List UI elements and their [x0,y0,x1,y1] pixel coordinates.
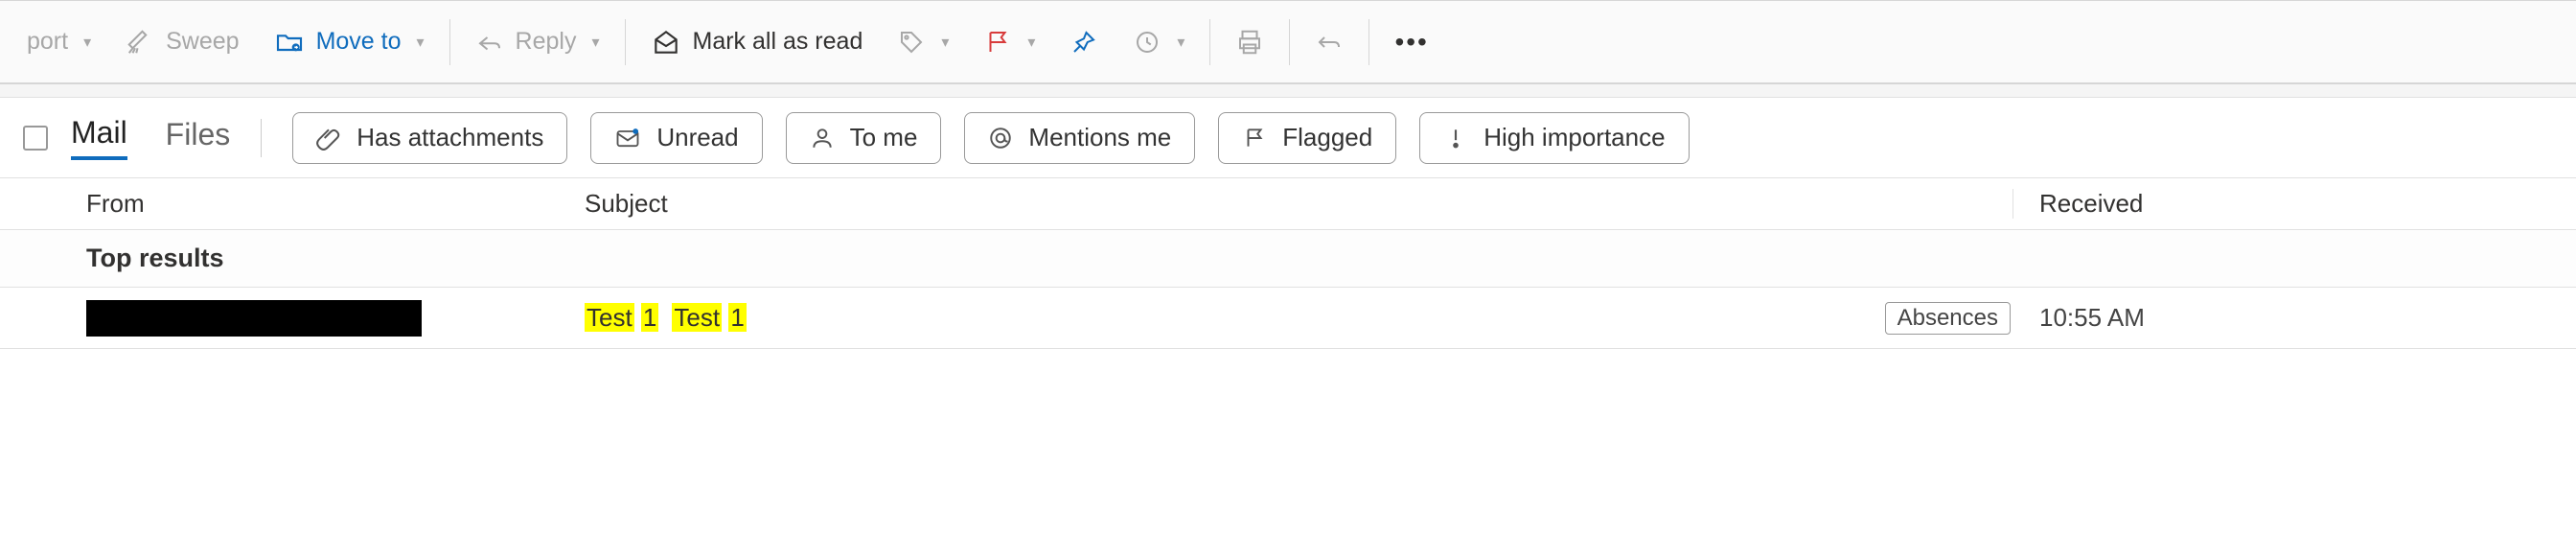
pin-button[interactable] [1052,13,1116,71]
report-button[interactable]: port ▾ [10,13,108,71]
filter-has-attachments[interactable]: Has attachments [292,112,567,164]
toolbar: port ▾ Sweep Move to ▾ Reply ▾ Mark all … [0,0,2576,84]
envelope-open-icon [651,27,681,58]
toolbar-separator [625,19,626,65]
print-icon [1235,28,1264,57]
filter-unread[interactable]: Unread [590,112,762,164]
filter-label: High importance [1484,123,1665,152]
sweep-icon [126,28,154,57]
chevron-down-icon: ▾ [591,33,599,52]
message-row[interactable]: Test 1 Test 1 Absences 10:55 AM [0,288,2576,349]
filter-label: Mentions me [1028,123,1171,152]
ellipsis-icon: ••• [1394,27,1428,58]
tab-mail[interactable]: Mail [71,115,127,160]
row-received: 10:55 AM [2039,303,2576,333]
toolbar-separator [1209,19,1210,65]
chevron-down-icon: ▾ [941,33,949,52]
mark-all-read-button[interactable]: Mark all as read [633,13,881,71]
column-headers: From Subject Received [0,178,2576,230]
highlight: Test [672,303,722,332]
section-top-results: Top results [0,230,2576,288]
filter-mentions-me[interactable]: Mentions me [964,112,1195,164]
filter-to-me[interactable]: To me [786,112,942,164]
redacted-sender [86,300,422,337]
more-button[interactable]: ••• [1377,13,1445,71]
reply-icon [475,28,504,57]
envelope-unread-icon [614,125,641,151]
column-received[interactable]: Received [2039,189,2576,219]
sweep-button[interactable]: Sweep [108,13,256,71]
reply-label: Reply [516,28,577,56]
column-subject[interactable]: Subject [585,189,2039,219]
pin-icon [1070,28,1098,57]
report-label: port [27,28,68,56]
toolbar-separator [1368,19,1369,65]
importance-icon [1443,126,1468,151]
column-received-label: Received [2039,189,2143,218]
snooze-button[interactable]: ▾ [1116,13,1202,71]
chevron-down-icon: ▾ [417,33,425,52]
paperclip-icon [316,126,341,151]
row-subject: Test 1 Test 1 Absences [585,302,2039,335]
undo-button[interactable] [1298,13,1361,71]
filter-label: To me [850,123,918,152]
filter-flagged[interactable]: Flagged [1218,112,1396,164]
spacer [0,84,2576,98]
categorize-button[interactable]: ▾ [880,13,966,71]
highlight: 1 [728,303,746,332]
filter-label: Unread [656,123,738,152]
flag-icon [1242,126,1267,151]
filter-bar: Mail Files Has attachments Unread To me … [0,98,2576,178]
at-sign-icon [988,126,1013,151]
mark-all-read-label: Mark all as read [693,28,863,56]
chevron-down-icon: ▾ [83,33,91,52]
highlight: 1 [641,303,658,332]
filter-label: Has attachments [356,123,543,152]
scope-tabs: Mail Files [71,115,230,160]
row-from [86,300,585,337]
separator [261,119,262,157]
move-to-button[interactable]: Move to ▾ [257,13,442,71]
print-button[interactable] [1218,13,1281,71]
sweep-label: Sweep [166,28,239,56]
flag-button[interactable]: ▾ [966,13,1052,71]
undo-icon [1315,28,1344,57]
filter-high-importance[interactable]: High importance [1419,112,1689,164]
toolbar-separator [449,19,450,65]
chevron-down-icon: ▾ [1027,33,1035,52]
folder-move-icon [274,27,305,58]
reply-button[interactable]: Reply ▾ [458,13,617,71]
tag-icon [897,28,926,57]
filter-label: Flagged [1282,123,1372,152]
toolbar-separator [1289,19,1290,65]
column-from[interactable]: From [86,189,585,219]
separator [2012,189,2013,219]
select-all-checkbox[interactable] [23,126,48,151]
clock-icon [1133,28,1162,57]
category-badge[interactable]: Absences [1885,302,2011,335]
person-icon [810,126,835,151]
tab-files[interactable]: Files [166,117,231,158]
flag-icon [983,28,1012,57]
move-to-label: Move to [316,28,402,56]
highlight: Test [585,303,634,332]
chevron-down-icon: ▾ [1177,33,1184,52]
